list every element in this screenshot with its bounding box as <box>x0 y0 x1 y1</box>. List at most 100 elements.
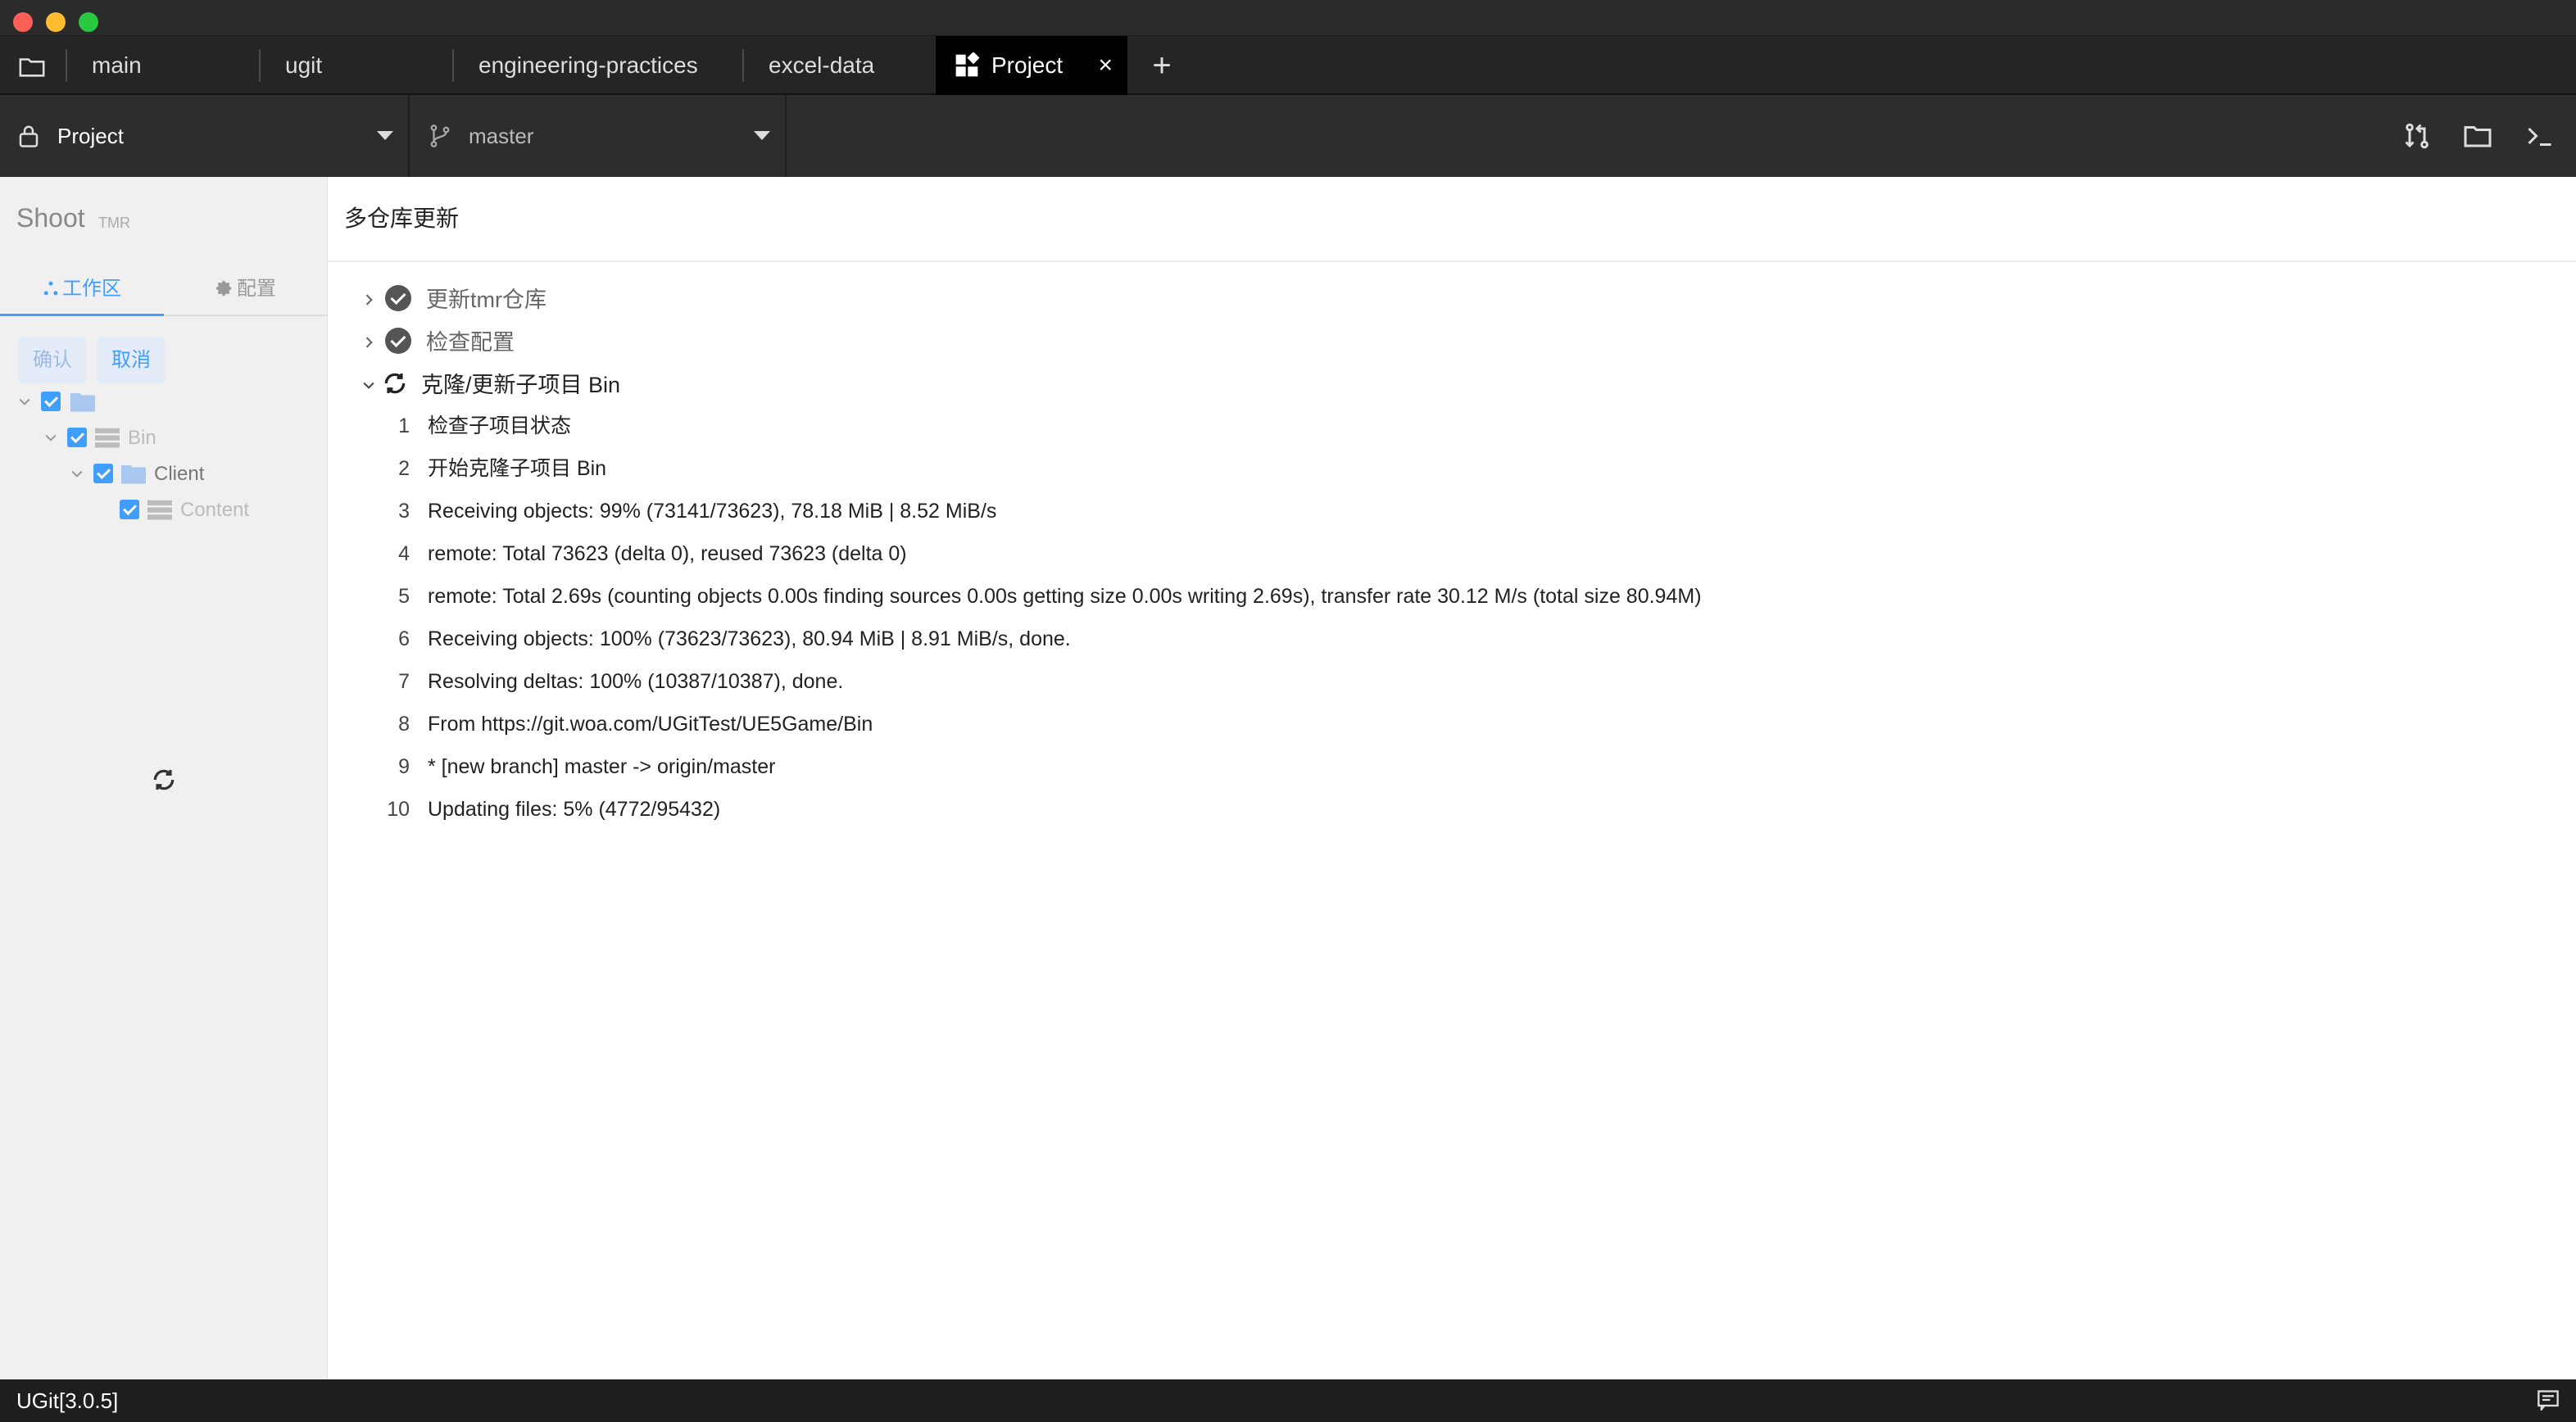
tab-ugit[interactable]: ugit <box>259 36 452 95</box>
step-check-config[interactable]: 检查配置 <box>361 326 1016 359</box>
loading-spinner-icon <box>153 769 175 790</box>
log-text: Updating files: 5% (4772/95432) <box>428 798 721 821</box>
confirm-button[interactable]: 确认 <box>18 337 87 383</box>
toolbar: Project master <box>0 95 2576 177</box>
line-number: 9 <box>398 755 410 778</box>
tab-excel-data[interactable]: excel-data <box>742 36 936 95</box>
status-bar: UGit[3.0.5] <box>0 1379 2576 1422</box>
pull-request-icon[interactable] <box>2402 121 2432 151</box>
tab-config-label: 配置 <box>237 278 276 300</box>
log-line: 1 检查子项目状态 <box>328 410 2540 442</box>
chevron-down-icon[interactable] <box>69 465 85 482</box>
folder-icon <box>121 465 146 484</box>
main-panel: 多仓库更新 更新tmr仓库 检查配置 克隆/更新子项目 Bin 1 检查子项目状… <box>328 177 2576 1379</box>
tab-workspace[interactable]: 工作区 <box>0 267 164 316</box>
line-number: 2 <box>398 457 410 480</box>
tab-main[interactable]: main <box>66 36 259 95</box>
line-number: 3 <box>398 500 410 523</box>
tree-node-label: Client <box>154 463 205 485</box>
close-icon[interactable]: × <box>1098 36 1113 95</box>
folder-icon[interactable] <box>2463 121 2492 151</box>
project-selector[interactable]: Project <box>0 95 410 177</box>
chevron-down-icon <box>377 131 393 140</box>
log-line: 5 remote: Total 2.69s (counting objects … <box>328 580 2540 613</box>
tab-label: engineering-practices <box>478 52 698 78</box>
check-circle-icon <box>385 285 411 311</box>
chevron-right-icon[interactable] <box>361 334 377 351</box>
project-name: Project <box>57 124 124 148</box>
page-title: 多仓库更新 <box>344 206 460 231</box>
log-line: 6 Receiving objects: 100% (73623/73623),… <box>328 623 2540 655</box>
checkbox[interactable] <box>120 500 139 519</box>
log-line: 7 Resolving deltas: 100% (10387/10387), … <box>328 665 2540 698</box>
folder-icon <box>70 393 95 412</box>
step-label: 检查配置 <box>426 330 515 355</box>
tree-node-client[interactable]: Client <box>69 459 315 491</box>
log-line: 8 From https://git.woa.com/UGitTest/UE5G… <box>328 708 2540 740</box>
tab-workspace-label: 工作区 <box>62 278 121 300</box>
nodes-icon <box>43 281 58 296</box>
checkbox[interactable] <box>93 464 113 483</box>
cancel-button[interactable]: 取消 <box>97 337 166 383</box>
workspace-subtitle: TMR <box>98 215 130 231</box>
tree-node-label: Content <box>180 499 250 521</box>
log-line: 10 Updating files: 5% (4772/95432) <box>328 793 2540 826</box>
terminal-icon[interactable] <box>2525 121 2555 151</box>
line-number: 5 <box>398 585 410 608</box>
step-label: 克隆/更新子项目 Bin <box>421 373 621 397</box>
tree-node-content[interactable]: Content <box>95 495 316 528</box>
chevron-down-icon[interactable] <box>43 429 59 446</box>
checkbox[interactable] <box>67 428 87 447</box>
branch-selector[interactable]: master <box>410 95 787 177</box>
chevron-right-icon[interactable] <box>361 292 377 308</box>
log-text: Receiving objects: 100% (73623/73623), 8… <box>428 627 1071 650</box>
minimize-window-button[interactable] <box>46 12 66 32</box>
line-number: 10 <box>387 798 410 821</box>
tree-node-root[interactable] <box>16 387 311 419</box>
log-text: Receiving objects: 99% (73141/73623), 78… <box>428 500 997 523</box>
tab-label: main <box>92 52 142 78</box>
step-update-tmr[interactable]: 更新tmr仓库 <box>361 283 1016 316</box>
maximize-window-button[interactable] <box>79 12 98 32</box>
repository-icon <box>95 428 120 448</box>
log-line: 3 Receiving objects: 99% (73141/73623), … <box>328 495 2540 528</box>
close-window-button[interactable] <box>13 12 33 32</box>
lock-icon <box>19 125 39 147</box>
tree-node-bin[interactable]: Bin <box>43 423 313 455</box>
tab-engineering-practices[interactable]: engineering-practices <box>452 36 742 95</box>
log-line: 4 remote: Total 73623 (delta 0), reused … <box>328 537 2540 570</box>
loading-spinner-icon <box>384 373 406 394</box>
log-text: remote: Total 2.69s (counting objects 0.… <box>428 585 1702 608</box>
tree-node-label: Bin <box>128 427 156 449</box>
log-text: 开始克隆子项目 Bin <box>428 457 607 480</box>
log-text: From https://git.woa.com/UGitTest/UE5Gam… <box>428 713 873 736</box>
step-clone-bin[interactable]: 克隆/更新子项目 Bin <box>361 369 1016 401</box>
log-text: remote: Total 73623 (delta 0), reused 73… <box>428 542 907 565</box>
repository-icon <box>147 500 172 520</box>
log-text: * [new branch] master -> origin/master <box>428 755 776 778</box>
line-number: 8 <box>398 713 410 736</box>
tab-config[interactable]: 配置 <box>164 267 328 316</box>
log-text: Resolving deltas: 100% (10387/10387), do… <box>428 670 844 693</box>
chevron-down-icon <box>754 131 770 140</box>
tab-label: Project <box>991 52 1064 78</box>
chevron-down-icon[interactable] <box>361 377 377 393</box>
tab-label: ugit <box>285 52 323 78</box>
branch-name: master <box>469 124 534 148</box>
folder-icon[interactable] <box>18 52 46 80</box>
git-branch-icon <box>430 125 450 147</box>
log-text: 检查子项目状态 <box>428 414 572 437</box>
step-label: 更新tmr仓库 <box>426 288 546 312</box>
checkbox[interactable] <box>41 392 61 411</box>
tab-label: excel-data <box>769 52 875 78</box>
tab-project[interactable]: Project × <box>936 36 1127 95</box>
log-line: 9 * [new branch] master -> origin/master <box>328 750 2540 783</box>
line-number: 7 <box>398 670 410 693</box>
check-circle-icon <box>385 328 411 354</box>
message-icon[interactable] <box>2537 1389 2560 1411</box>
workspace-title: Shoot <box>16 203 85 233</box>
window-titlebar <box>0 0 2576 36</box>
line-number: 4 <box>398 542 410 565</box>
chevron-down-icon[interactable] <box>16 393 33 410</box>
add-tab-button[interactable]: + <box>1144 36 1180 95</box>
